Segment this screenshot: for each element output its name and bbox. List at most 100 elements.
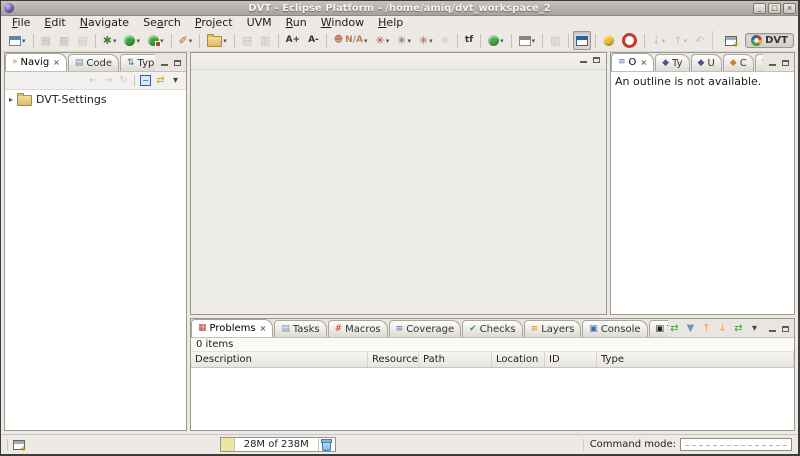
open-element-button[interactable]: ▾: [204, 31, 230, 50]
expander-icon[interactable]: ▸: [9, 95, 13, 104]
tab-macros[interactable]: #Macros: [328, 320, 388, 337]
tab-design[interactable]: ⇅D: [755, 54, 763, 71]
maximize-button[interactable]: [780, 324, 790, 334]
view-menu-button[interactable]: ▾: [169, 74, 182, 87]
column-header-resource[interactable]: Resource: [368, 352, 419, 367]
tab-code[interactable]: ▤Code: [68, 54, 119, 71]
move-up-button[interactable]: ↑: [700, 322, 713, 335]
command-mode-input[interactable]: [680, 438, 792, 451]
move-down-button[interactable]: ↓: [716, 322, 729, 335]
run-button[interactable]: ▶▾: [121, 31, 143, 50]
save-all-button[interactable]: ▦: [56, 31, 72, 50]
collapse-all-button[interactable]: −: [139, 74, 152, 87]
menu-file[interactable]: File: [5, 16, 37, 30]
waiver-4-button[interactable]: ✳: [438, 31, 453, 50]
tab-types[interactable]: ◆Ty: [655, 54, 689, 71]
editor-layout-button[interactable]: ▾: [516, 31, 539, 50]
tab-coverage[interactable]: ≡Coverage: [389, 320, 461, 337]
print-button[interactable]: ▤: [74, 31, 90, 50]
help-support-button[interactable]: [619, 31, 640, 50]
waiver-1-button[interactable]: ✳▾: [372, 31, 392, 50]
dvt-perspective-button[interactable]: DVT: [745, 33, 794, 48]
column-header-type[interactable]: Type: [597, 352, 794, 367]
run-garbage-collector-button[interactable]: [318, 438, 335, 451]
compile-waivers-button[interactable]: ☻N/A▾: [331, 31, 371, 50]
dvt-perspective-label: DVT: [765, 35, 788, 46]
column-header-path[interactable]: Path: [419, 352, 492, 367]
previous-edit-button[interactable]: ▤: [239, 31, 255, 50]
tab-console[interactable]: ▣Console: [582, 320, 647, 337]
save-all-icon: ▦: [59, 35, 69, 46]
forward-button[interactable]: →: [102, 74, 115, 87]
sync-icon: ⇄: [734, 324, 742, 334]
tab-label: Type: [138, 58, 155, 69]
pin-editor-button[interactable]: ▥: [547, 31, 563, 50]
tab-navig[interactable]: »Navig×: [5, 53, 67, 71]
waiver-2-button[interactable]: ✳▾: [394, 31, 414, 50]
minimize-button[interactable]: [767, 324, 777, 334]
close-icon[interactable]: ×: [260, 324, 267, 333]
maximize-button[interactable]: [172, 58, 182, 68]
tab-problems[interactable]: ▦Problems×: [191, 319, 273, 337]
tab-checks[interactable]: ◆C: [723, 54, 754, 71]
maximize-window-button[interactable]: □: [768, 3, 781, 14]
column-header-location[interactable]: Location: [492, 352, 545, 367]
tab-uvm-browser[interactable]: ◆U: [691, 54, 722, 71]
font-increase-button[interactable]: A+: [283, 31, 304, 50]
minimize-button[interactable]: [578, 55, 588, 65]
font-decrease-button[interactable]: A-: [305, 31, 322, 50]
menu-navigate[interactable]: Navigate: [73, 16, 136, 30]
link-with-editor-button[interactable]: ⇄: [154, 74, 167, 87]
menu-project[interactable]: Project: [188, 16, 240, 30]
back-button[interactable]: ←: [87, 74, 100, 87]
view-menu-icon: ▾: [752, 324, 757, 334]
open-perspective-button[interactable]: [722, 31, 740, 50]
debug-button[interactable]: ✱▾: [100, 31, 120, 50]
tree-item-dvt-settings[interactable]: ▸ DVT-Settings: [5, 90, 186, 106]
waiver-3-button[interactable]: ✳▾: [416, 31, 436, 50]
dvt-tip-button[interactable]: [600, 31, 617, 50]
toggle-tf-button[interactable]: tf: [462, 31, 476, 50]
minimize-window-button[interactable]: _: [753, 3, 766, 14]
annotate-button[interactable]: ✐▾: [176, 31, 196, 50]
new-button[interactable]: ▾: [6, 31, 29, 50]
fast-view-button[interactable]: [12, 438, 25, 451]
menu-run[interactable]: Run: [279, 16, 314, 30]
next-edit-button[interactable]: ▥: [257, 31, 273, 50]
toggle-editor-area-button[interactable]: [573, 31, 591, 50]
menu-edit[interactable]: Edit: [37, 16, 72, 30]
run-last-button[interactable]: ▶▾: [145, 31, 167, 50]
tab-outline[interactable]: ≡O×: [611, 53, 654, 71]
column-header-id[interactable]: ID: [545, 352, 597, 367]
next-annotation-button[interactable]: ↓▾: [649, 31, 669, 50]
sync-button[interactable]: ⇄: [732, 322, 745, 335]
menu-help[interactable]: Help: [371, 16, 410, 30]
previous-annotation-button[interactable]: ↑▾: [670, 31, 690, 50]
maximize-button[interactable]: [780, 58, 790, 68]
minimize-button[interactable]: [767, 58, 777, 68]
column-header-description[interactable]: Description: [191, 352, 368, 367]
view-menu-button[interactable]: ▾: [748, 322, 761, 335]
items-count: 0 items: [191, 338, 794, 352]
save-button[interactable]: ▦: [38, 31, 54, 50]
close-window-button[interactable]: ×: [783, 3, 796, 14]
maximize-button[interactable]: [591, 55, 601, 65]
tab-label: Tasks: [293, 324, 320, 335]
tab-type[interactable]: ⇅Type: [120, 54, 155, 71]
tab-layers[interactable]: ≡Layers: [524, 320, 582, 337]
filter-button[interactable]: ▼: [684, 322, 697, 335]
menu-window[interactable]: Window: [314, 16, 371, 30]
menu-search[interactable]: Search: [136, 16, 188, 30]
last-edit-location-button[interactable]: ↶: [692, 31, 707, 50]
tab-terminal[interactable]: ▣Terminal: [649, 320, 668, 337]
back-button[interactable]: ←▾: [709, 31, 712, 50]
close-icon[interactable]: ×: [640, 58, 647, 67]
group-by-button[interactable]: ⇄: [668, 322, 681, 335]
tab-checks[interactable]: ✔Checks: [462, 320, 523, 337]
minimize-button[interactable]: [159, 58, 169, 68]
tab-tasks[interactable]: ▤Tasks: [274, 320, 326, 337]
build-status-button[interactable]: ▾: [485, 31, 507, 50]
close-icon[interactable]: ×: [53, 58, 60, 67]
refresh-button[interactable]: ↻: [117, 74, 130, 87]
menu-uvm[interactable]: UVM: [240, 16, 279, 30]
